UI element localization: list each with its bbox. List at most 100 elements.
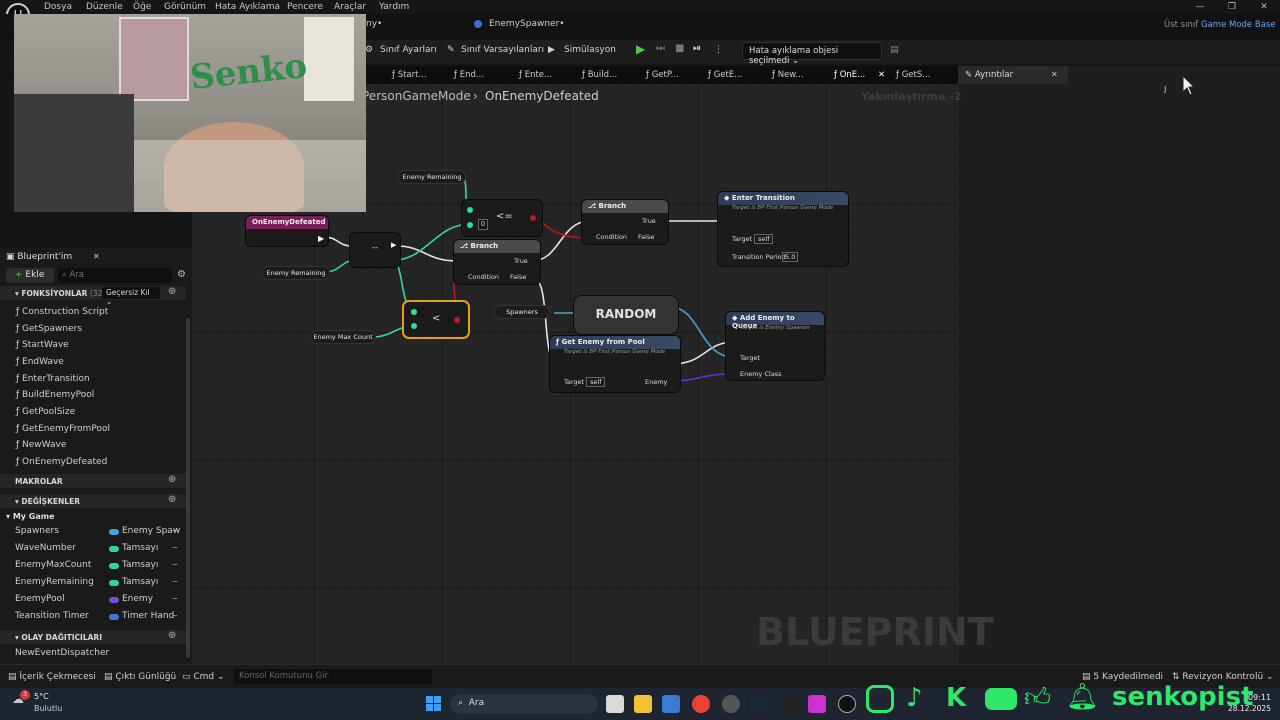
output-pin[interactable] [530, 215, 536, 221]
getter-enemy-remaining[interactable]: Enemy Remaining [262, 266, 330, 280]
left-panel-scrollbar[interactable] [186, 318, 190, 658]
steam-icon[interactable] [750, 695, 768, 713]
input-pin[interactable] [411, 323, 417, 329]
getter-enemy-max-count[interactable]: Enemy Max Count [310, 330, 376, 344]
eye-icon[interactable]: ⌣ [172, 611, 178, 621]
variable-category[interactable]: ▾ My Game [6, 512, 55, 521]
event-node-title: OnEnemyDefeated [246, 216, 328, 229]
dark-cloth [14, 94, 134, 212]
like-icon: 👍︎ [1024, 683, 1052, 713]
add-macro-icon[interactable]: ⊕ [168, 474, 176, 485]
eye-icon[interactable]: ⌣ [172, 594, 178, 604]
eye-icon[interactable]: ⌣ [172, 577, 178, 587]
branch-node[interactable]: ⎇ Branch True False Condition [582, 200, 668, 244]
input-pin[interactable] [467, 222, 473, 228]
add-variable-icon[interactable]: ⊕ [168, 494, 176, 505]
epic-games-icon[interactable] [780, 695, 798, 713]
painting [119, 17, 189, 101]
function-item[interactable]: ƒ BuildEnemyPool [16, 390, 94, 400]
output-log-button[interactable]: ▤ Çıktı Günlüğü [104, 672, 176, 682]
target-pin-label: Target [740, 354, 761, 362]
exec-pin-icon[interactable]: ▶ [318, 234, 324, 243]
store-icon[interactable] [662, 695, 680, 713]
random-macro-node[interactable]: RANDOM [574, 296, 678, 334]
clock-time: 09:11 [1248, 693, 1272, 702]
my-blueprint-tab[interactable]: ▣ Blueprint'im [6, 252, 72, 262]
cmd-dropdown[interactable]: ▭ Cmd ⌄ [182, 672, 225, 682]
less-than-node[interactable]: < [404, 302, 468, 337]
function-item[interactable]: ƒ NewWave [16, 440, 66, 450]
function-item[interactable]: ƒ GetPoolSize [16, 407, 75, 417]
variable-row[interactable]: EnemyRemaining Tamsayı ⌣ [0, 577, 186, 591]
windows-start-icon[interactable] [426, 696, 441, 711]
unsaved-button[interactable]: ▤ 5 Kaydedilmedi [1082, 672, 1163, 682]
function-item[interactable]: ƒ Construction Script [16, 307, 108, 317]
add-enemy-subtitle: Target is Enemy Spawner [740, 325, 811, 331]
add-function-icon[interactable]: ⊕ [168, 286, 176, 297]
tiktok-icon: ♪ [906, 683, 923, 713]
variable-type[interactable]: Tamsayı [122, 560, 158, 570]
input-pin[interactable] [411, 309, 417, 315]
taskbar-search[interactable]: ⌕ Ara [450, 694, 598, 714]
dispatchers-section-header[interactable]: ▾ OLAY DAĞITICILARI [0, 630, 186, 644]
function-node-get-enemy-from-pool[interactable]: ƒ Get Enemy from Pool Target is BP First… [550, 336, 680, 392]
variable-row[interactable]: Teansition Timer Timer Hand ⌣ [0, 611, 186, 625]
variable-type[interactable]: Timer Hand [122, 611, 174, 621]
getter-enemy-remaining[interactable]: Enemy Remaining [398, 170, 466, 184]
add-dispatcher-icon[interactable]: ⊕ [168, 630, 176, 641]
variable-row[interactable]: EnemyPool Enemy ⌣ [0, 594, 186, 608]
function-item[interactable]: ƒ GetEnemyFromPool [16, 424, 110, 434]
unreal-taskbar-icon[interactable] [838, 695, 856, 713]
variable-type[interactable]: Tamsayı [122, 577, 158, 587]
event-node-on-enemy-defeated[interactable]: OnEnemyDefeated [246, 216, 328, 246]
app-icon[interactable] [808, 695, 826, 713]
gear-icon[interactable]: ⚙ [177, 269, 186, 280]
search-input[interactable]: ⌕ Ara [58, 268, 172, 283]
getter-spawners[interactable]: Spawners [494, 305, 550, 319]
override-dropdown[interactable]: Geçersiz Kıl ⌄ [102, 287, 160, 306]
webcam-overlay: Senko [14, 14, 366, 212]
compare-value-field[interactable]: 0 [478, 219, 488, 230]
output-pin[interactable] [454, 317, 460, 323]
add-enemy-title: ◆ Add Enemy to Queue [726, 312, 824, 330]
weather-temp: 5°C [34, 692, 49, 701]
function-item[interactable]: ƒ StartWave [16, 340, 69, 350]
content-drawer-button[interactable]: ▤ İçerik Çekmecesi [8, 672, 96, 682]
less-equal-node[interactable]: <= 0 [462, 200, 542, 236]
function-node-enter-transition[interactable]: ◆ Enter Transition Target is BP First Pe… [718, 192, 848, 266]
target-pin-label: Target [732, 235, 753, 243]
eye-icon[interactable]: ⌣ [172, 560, 178, 570]
variable-row[interactable]: EnemyMaxCount Tamsayı ⌣ [0, 560, 186, 574]
branch-node[interactable]: ⎇ Branch True False Condition [454, 240, 540, 284]
variable-row[interactable]: Spawners Enemy Spaw ⌣ [0, 526, 186, 540]
app-icon[interactable] [722, 695, 740, 713]
variable-type[interactable]: Enemy [122, 594, 153, 604]
transition-period-field[interactable]: 5.0 [782, 252, 799, 262]
variable-row[interactable]: WaveNumber Tamsayı ⌣ [0, 543, 186, 557]
branch-title: ⎇ Branch [582, 200, 668, 213]
variables-section-header[interactable]: ▾ DEĞİŞKENLER [0, 494, 186, 508]
function-item[interactable]: ƒ OnEnemyDefeated [16, 457, 107, 467]
console-input[interactable]: Konsol Komutunu Gir [234, 669, 432, 684]
dispatcher-item[interactable]: NewEventDispatcher [15, 648, 109, 658]
task-view-icon[interactable] [606, 695, 624, 713]
file-explorer-icon[interactable] [634, 695, 652, 713]
function-item[interactable]: ƒ GetSpawners [16, 324, 82, 334]
close-icon[interactable]: ✕ [93, 252, 100, 261]
add-button[interactable]: + Ekle [6, 268, 54, 283]
target-self-field[interactable]: self [754, 234, 774, 244]
function-node-add-enemy-to-queue[interactable]: ◆ Add Enemy to Queue Target is Enemy Spa… [726, 312, 824, 380]
input-pin[interactable] [467, 207, 473, 213]
variable-type-pill [109, 614, 119, 620]
macros-section-header[interactable]: MAKROLAR [0, 474, 186, 488]
function-item[interactable]: ƒ EndWave [16, 357, 64, 367]
eye-icon[interactable]: ⌣ [172, 543, 178, 553]
variable-type[interactable]: Tamsayı [122, 543, 158, 553]
eye-icon[interactable]: ⌣ [172, 526, 178, 536]
target-self-field[interactable]: self [586, 377, 606, 387]
exec-pin-icon[interactable]: ▶ [391, 241, 396, 249]
function-item[interactable]: ƒ EnterTransition [16, 374, 90, 384]
decrement-node[interactable]: -- [350, 233, 400, 267]
chrome-icon[interactable] [692, 695, 710, 713]
revision-control-button[interactable]: ⇅ Revizyon Kontrolü ⌄ [1172, 672, 1274, 682]
